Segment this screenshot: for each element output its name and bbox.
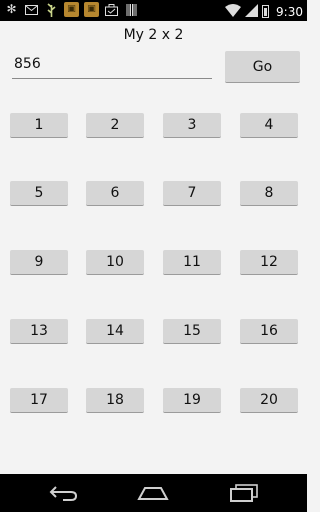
number-button-7[interactable]: 7 [163,181,221,206]
number-button-3[interactable]: 3 [163,113,221,138]
number-input[interactable] [12,52,212,76]
snowflake-icon: ✻ [6,2,17,16]
number-button-4[interactable]: 4 [240,113,298,138]
navigation-bar [0,474,307,512]
number-button-13[interactable]: 13 [10,319,68,344]
plant-icon [44,2,59,17]
clock: 9:30 [276,4,303,19]
barcode-icon [124,2,139,17]
number-button-17[interactable]: 17 [10,388,68,413]
number-button-16[interactable]: 16 [240,319,298,344]
notification-icons: ✻ ▣ ▣ [4,2,139,17]
signal-icon [245,2,259,21]
status-bar: ✻ ▣ ▣ 9:30 [0,0,307,21]
number-button-10[interactable]: 10 [86,250,144,275]
game-icon: ▣ [64,2,79,17]
number-button-1[interactable]: 1 [10,113,68,138]
number-button-19[interactable]: 19 [163,388,221,413]
system-icons: 9:30 [225,2,303,21]
battery-icon [262,5,270,18]
game-icon: ▣ [84,2,99,17]
home-icon[interactable] [135,482,171,504]
recent-apps-icon[interactable] [226,482,262,504]
app-title: My 2 x 2 [123,27,184,43]
number-grid: 1 2 3 4 5 6 7 8 9 10 11 12 13 14 15 16 17 18 19 20 [10,113,300,413]
number-button-2[interactable]: 2 [86,113,144,138]
number-button-14[interactable]: 14 [86,319,144,344]
number-button-9[interactable]: 9 [10,250,68,275]
number-button-8[interactable]: 8 [240,181,298,206]
number-button-18[interactable]: 18 [86,388,144,413]
number-button-11[interactable]: 11 [163,250,221,275]
number-button-6[interactable]: 6 [86,181,144,206]
wifi-icon [225,2,242,21]
briefcase-icon [104,2,119,17]
mail-icon [24,2,39,17]
number-button-20[interactable]: 20 [240,388,298,413]
back-icon[interactable] [46,482,82,504]
number-input-wrapper [12,52,212,79]
number-button-12[interactable]: 12 [240,250,298,275]
number-button-5[interactable]: 5 [10,181,68,206]
number-button-15[interactable]: 15 [163,319,221,344]
go-button[interactable]: Go [225,51,300,83]
